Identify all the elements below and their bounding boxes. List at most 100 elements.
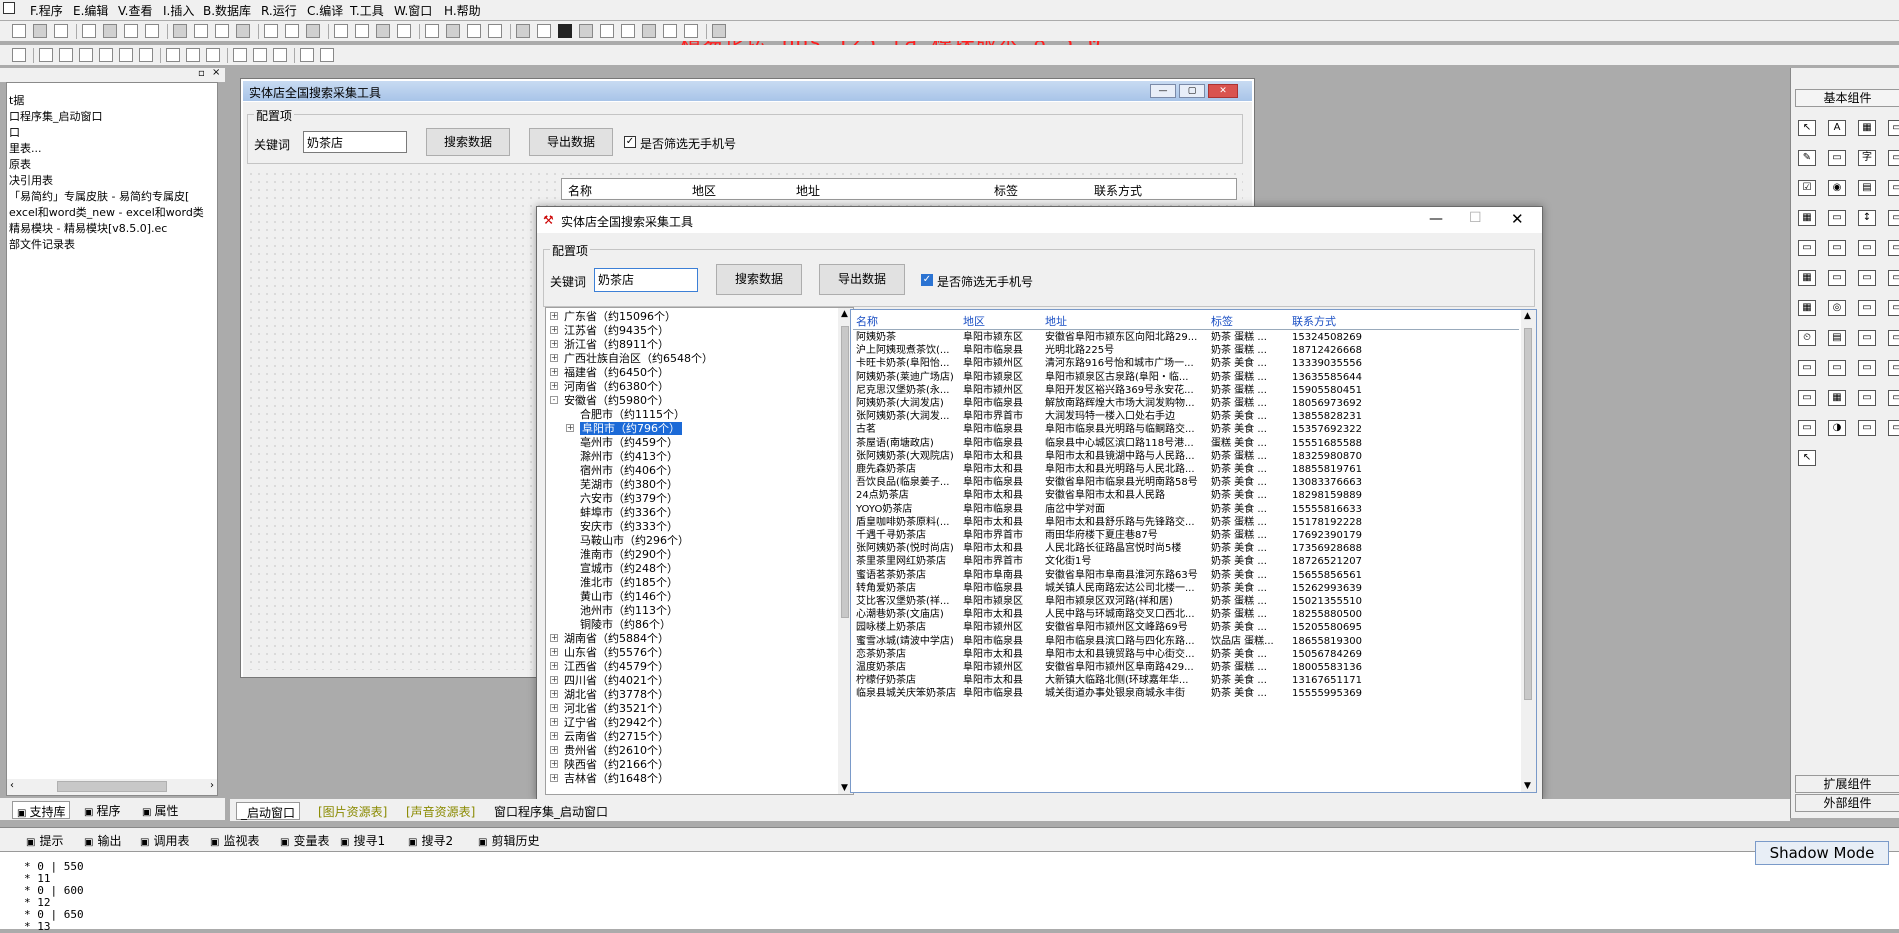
component-icon[interactable]: ▭ (1858, 360, 1876, 376)
toolbar-button-icon[interactable] (558, 24, 572, 38)
search-button[interactable]: 搜索数据 (716, 264, 802, 295)
region-node[interactable]: 福建省（约6450个） (564, 366, 669, 379)
component-icon[interactable]: ▭ (1858, 240, 1876, 256)
component-icon[interactable]: ▭ (1858, 420, 1876, 436)
component-icon[interactable]: ▭ (1858, 300, 1876, 316)
toolbar-button-icon[interactable] (186, 48, 200, 62)
component-icon[interactable]: ▭ (1888, 360, 1899, 376)
scroll-right-icon[interactable]: › (210, 780, 214, 791)
component-icon[interactable]: ▭ (1888, 210, 1899, 226)
output-tab[interactable]: ▣ 监视表 (210, 832, 259, 849)
menu-item[interactable]: H.帮助 (444, 2, 481, 19)
toolbar-button-icon[interactable] (537, 24, 551, 38)
region-node[interactable]: 淮北市（约185个） (580, 576, 678, 589)
component-icon[interactable]: A (1828, 120, 1846, 136)
expand-icon[interactable]: + (550, 368, 558, 376)
toolbar-button-icon[interactable] (253, 48, 267, 62)
toolbar-button-icon[interactable] (33, 24, 47, 38)
region-node[interactable]: 贵州省（约2610个） (564, 744, 669, 757)
toolbar-button-icon[interactable] (663, 24, 677, 38)
expand-icon[interactable]: + (550, 774, 558, 782)
external-components-button[interactable]: 外部组件 (1795, 794, 1899, 812)
toolbar-button-icon[interactable] (446, 24, 460, 38)
toolbar-button-icon[interactable] (79, 48, 93, 62)
menu-item[interactable]: B.数据库 (203, 2, 251, 19)
expand-icon[interactable]: + (550, 676, 558, 684)
designer-max-button[interactable]: ▢ (1179, 84, 1205, 98)
component-icon[interactable]: ▦ (1798, 210, 1816, 226)
toolbar-button-icon[interactable] (236, 24, 250, 38)
expand-icon[interactable]: + (566, 424, 574, 432)
column-header[interactable]: 地址 (1045, 313, 1067, 329)
component-icon[interactable]: ▭ (1888, 180, 1899, 196)
output-tab[interactable]: ▣ 输出 (84, 832, 121, 849)
output-tab[interactable]: ▣ 提示 (26, 832, 63, 849)
toolbar-button-icon[interactable] (320, 48, 334, 62)
expand-icon[interactable]: + (550, 760, 558, 768)
project-tree-item[interactable]: 决引用表 (9, 172, 53, 188)
region-node[interactable]: 河南省（约6380个） (564, 380, 669, 393)
filter-checkbox[interactable]: ✓ (921, 274, 933, 286)
component-icon[interactable]: ▦ (1798, 300, 1816, 316)
component-icon[interactable]: ▭ (1888, 150, 1899, 166)
menu-item[interactable]: I.插入 (163, 2, 194, 19)
minimize-icon[interactable]: — (1429, 211, 1443, 227)
ext-components-button[interactable]: 扩展组件 (1795, 775, 1899, 793)
component-icon[interactable]: ▭ (1828, 210, 1846, 226)
region-node[interactable]: 淮南市（约290个） (580, 548, 678, 561)
component-icon[interactable]: ▭ (1888, 390, 1899, 406)
expand-icon[interactable]: + (550, 690, 558, 698)
expand-icon[interactable]: + (550, 312, 558, 320)
menu-item[interactable]: F.程序 (30, 2, 63, 19)
toolbar-button-icon[interactable] (306, 24, 320, 38)
designer-search-button[interactable]: 搜索数据 (426, 128, 510, 156)
component-icon[interactable]: ◎ (1828, 300, 1846, 316)
expand-icon[interactable]: + (550, 732, 558, 740)
expand-icon[interactable]: + (550, 746, 558, 754)
close-window-icon[interactable]: ✕ (1511, 210, 1524, 228)
column-header[interactable]: 标签 (1211, 313, 1233, 329)
list-scroll-up-icon[interactable]: ▲ (1524, 311, 1531, 321)
region-node[interactable]: 亳州市（约459个） (580, 436, 678, 449)
designer-checkbox[interactable]: ✓ (624, 136, 636, 148)
region-node[interactable]: 宿州市（约406个） (580, 464, 678, 477)
column-header[interactable]: 名称 (856, 313, 878, 329)
region-node[interactable]: 湖南省（约5884个） (564, 632, 669, 645)
toolbar-button-icon[interactable] (233, 48, 247, 62)
region-node[interactable]: 铜陵市（约86个） (580, 618, 671, 631)
toolbar-button-icon[interactable] (334, 24, 348, 38)
designer-keyword-input[interactable]: 奶茶店 (303, 131, 407, 153)
toolbar-button-icon[interactable] (139, 48, 153, 62)
toolbar-button-icon[interactable] (264, 24, 278, 38)
toolbar-button-icon[interactable] (285, 24, 299, 38)
editor-tab[interactable]: _启动窗口 (236, 802, 301, 820)
component-icon[interactable]: ↕ (1858, 210, 1876, 226)
project-tree-item[interactable]: 「易简约」专属皮肤 - 易简约专属皮[ (9, 188, 189, 204)
left-tab[interactable]: ▣ 支持库 (12, 801, 71, 819)
region-node[interactable]: 云南省（约2715个） (564, 730, 669, 743)
project-tree-hscroll[interactable]: ‹ › (7, 779, 217, 795)
component-icon[interactable]: ▭ (1888, 240, 1899, 256)
component-icon[interactable]: ▭ (1858, 390, 1876, 406)
basic-components-header[interactable]: 基本组件 (1795, 89, 1899, 107)
toolbar-button-icon[interactable] (642, 24, 656, 38)
output-tab[interactable]: ▣ 搜寻2 (408, 832, 453, 849)
toolbar-button-icon[interactable] (376, 24, 390, 38)
region-node[interactable]: 广西壮族自治区（约6548个） (564, 352, 713, 365)
region-node[interactable]: 黄山市（约146个） (580, 590, 678, 603)
toolbar-button-icon[interactable] (119, 48, 133, 62)
region-node[interactable]: 六安市（约379个） (580, 492, 678, 505)
toolbar-button-icon[interactable] (712, 24, 726, 38)
toolbar-button-icon[interactable] (300, 48, 314, 62)
menu-item[interactable]: R.运行 (261, 2, 297, 19)
expand-icon[interactable]: + (550, 634, 558, 642)
expand-icon[interactable]: + (550, 326, 558, 334)
component-icon[interactable]: ▭ (1828, 150, 1846, 166)
component-icon[interactable]: ▭ (1828, 240, 1846, 256)
expand-icon[interactable]: + (550, 382, 558, 390)
output-tab[interactable]: ▣ 调用表 (140, 832, 189, 849)
toolbar-button-icon[interactable] (124, 24, 138, 38)
component-icon[interactable]: ▭ (1798, 240, 1816, 256)
region-node[interactable]: 马鞍山市（约296个） (580, 534, 689, 547)
region-node[interactable]: 安庆市（约333个） (580, 520, 678, 533)
